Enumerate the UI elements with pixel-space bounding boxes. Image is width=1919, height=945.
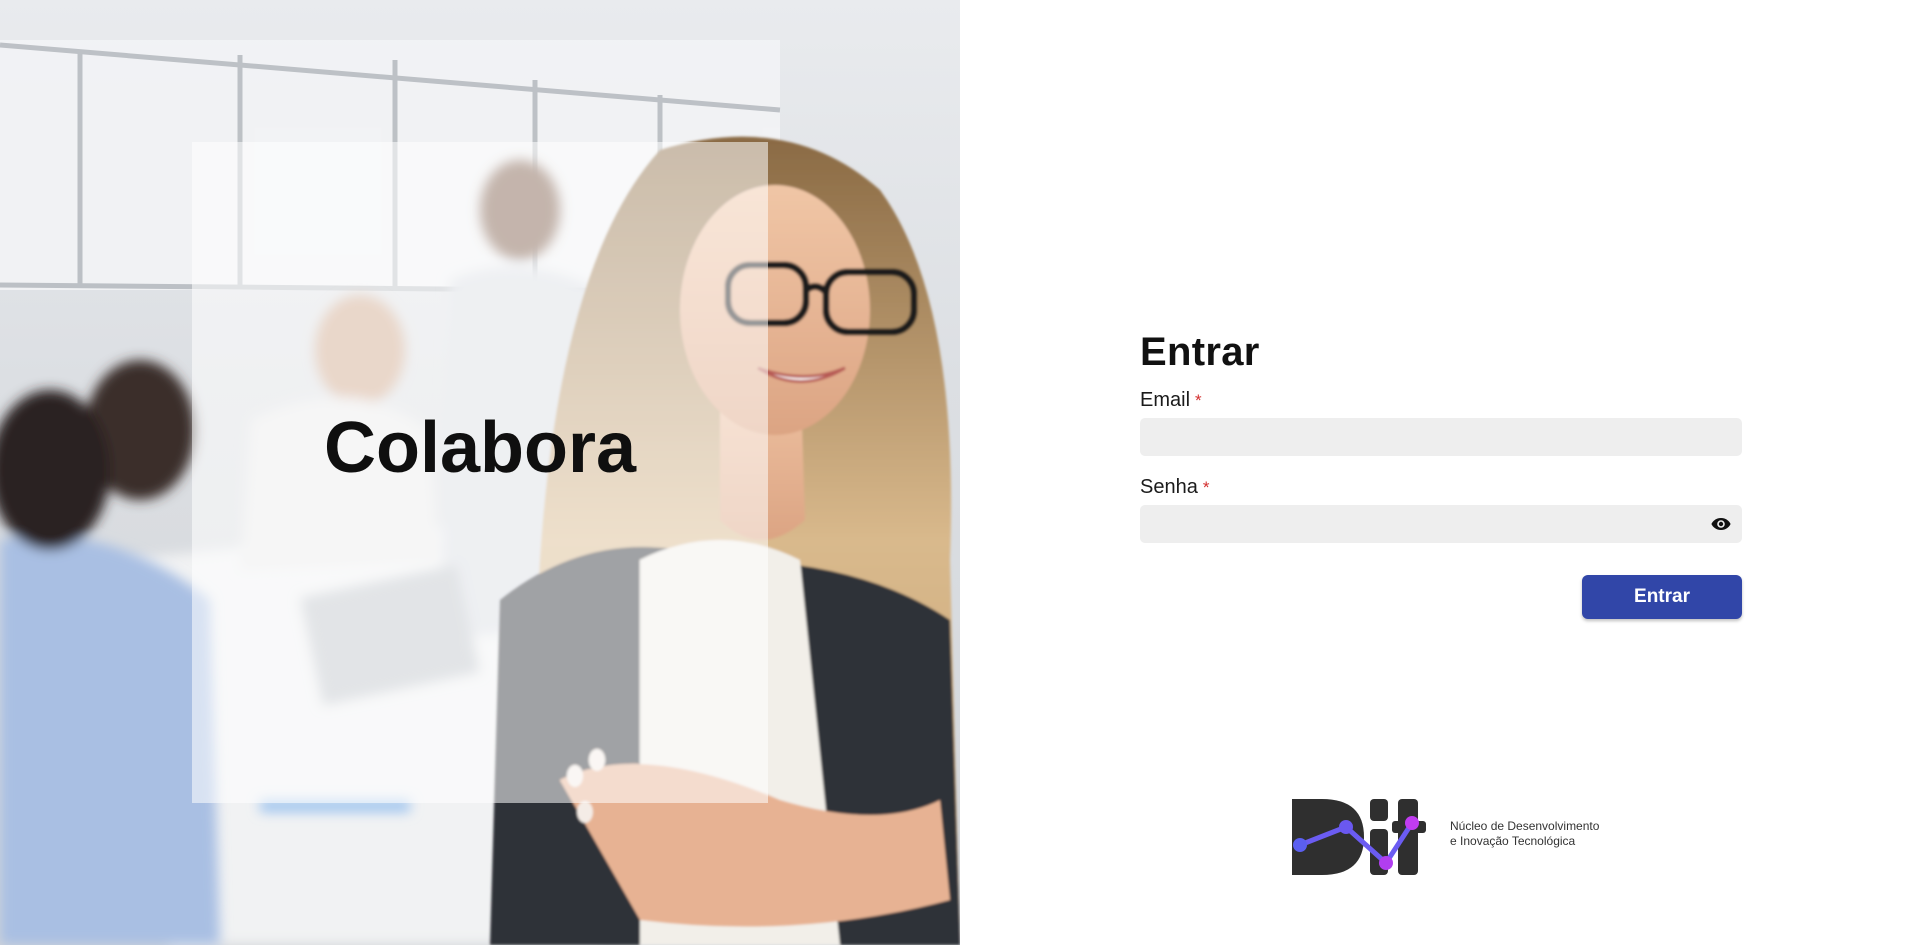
hero-panel: Colabora <box>0 0 960 945</box>
login-form: Entrar Email * Senha * Entrar <box>1140 330 1742 619</box>
dit-logo-mark <box>1292 799 1426 875</box>
email-label: Email * <box>1140 389 1742 412</box>
dit-logo: Núcleo de Desenvolvimento e Inovação Tec… <box>1290 793 1599 875</box>
password-label-text: Senha <box>1140 476 1198 498</box>
email-field-group: Email * <box>1140 389 1742 456</box>
hero-title: Colabora <box>323 407 637 488</box>
email-label-text: Email <box>1140 389 1191 411</box>
logo-tagline-line2: e Inovação Tecnológica <box>1450 834 1576 848</box>
email-input[interactable] <box>1140 418 1742 456</box>
password-input[interactable] <box>1140 505 1742 543</box>
form-actions: Entrar <box>1140 575 1742 619</box>
password-label: Senha * <box>1140 476 1742 499</box>
password-field-group: Senha * <box>1140 476 1742 543</box>
submit-button[interactable]: Entrar <box>1582 575 1742 619</box>
password-required-mark: * <box>1202 478 1210 497</box>
logo-tagline-line1: Núcleo de Desenvolvimento <box>1450 819 1600 833</box>
login-heading: Entrar <box>1140 330 1260 374</box>
email-required-mark: * <box>1195 391 1202 410</box>
logo-tagline: Núcleo de Desenvolvimento e Inovação Tec… <box>1450 819 1599 849</box>
eye-icon[interactable] <box>1708 512 1734 536</box>
